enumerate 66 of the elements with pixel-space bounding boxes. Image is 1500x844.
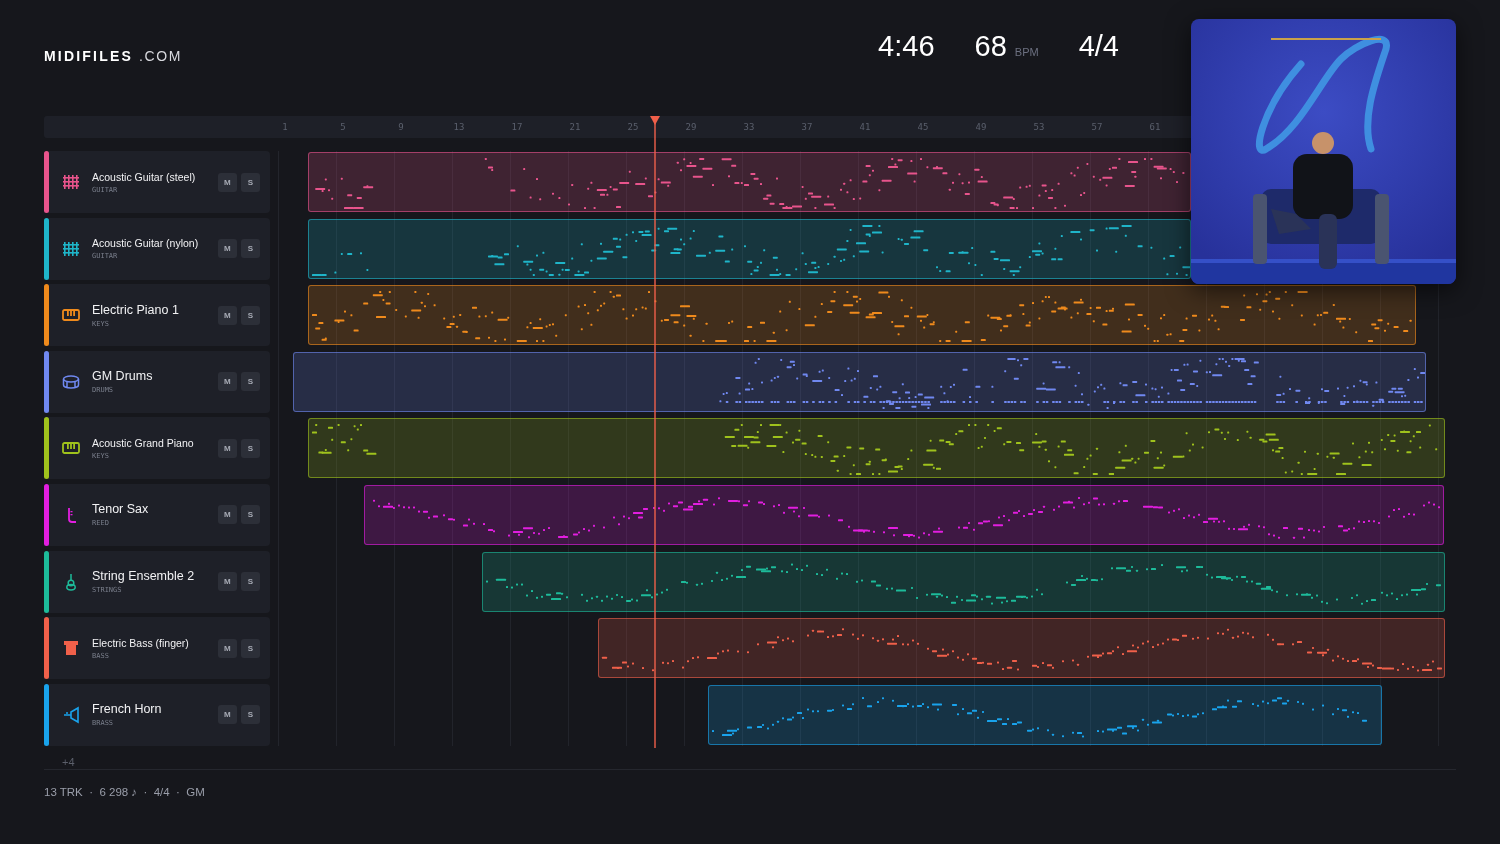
midi-clip[interactable]: [307, 218, 1191, 279]
track-name: Tenor Sax: [92, 502, 150, 517]
track-name: French Horn: [92, 702, 163, 717]
playhead[interactable]: [649, 116, 661, 748]
bar-number: 45: [917, 122, 929, 132]
duration: 4:46: [878, 30, 935, 63]
logo-name: MIDIFILES: [44, 48, 134, 64]
track-name: Electric Bass (finger): [92, 636, 190, 649]
fretboard-icon: [62, 239, 80, 258]
mute-button[interactable]: M: [217, 505, 237, 525]
track-name: Electric Piano 1: [92, 302, 180, 317]
midi-clip[interactable]: [292, 351, 1426, 412]
track-name: Acoustic Grand Piano: [92, 436, 195, 449]
bar-number: 21: [569, 122, 581, 132]
drum-icon: [62, 372, 80, 391]
song-summary: 13 TRK · 6 298 ♪ · 4/4 · GM: [44, 785, 205, 798]
bar-number: 25: [627, 122, 639, 132]
bar-number: 57: [1091, 122, 1103, 132]
bar-number: 41: [859, 122, 871, 132]
bar-number: 13: [453, 122, 465, 132]
bar-number: 9: [398, 122, 404, 132]
solo-button[interactable]: S: [240, 705, 260, 725]
solo-button[interactable]: S: [240, 638, 260, 658]
mute-button[interactable]: M: [217, 305, 237, 325]
fretboard-icon: [62, 173, 80, 191]
horn-icon: [62, 705, 80, 724]
midi-clip[interactable]: [363, 484, 1444, 545]
hidden-tracks-count: +4: [62, 755, 75, 768]
bar-number: 5: [340, 122, 346, 132]
midi-clip[interactable]: [707, 684, 1382, 745]
bar-number: 1: [282, 122, 288, 132]
bar-number: 33: [743, 122, 755, 132]
tempo: 68: [974, 30, 1007, 63]
midi-clip[interactable]: [481, 551, 1445, 612]
bar-number: 17: [511, 122, 523, 132]
mute-button[interactable]: M: [217, 438, 237, 458]
solo-button[interactable]: S: [240, 239, 260, 259]
solo-button[interactable]: S: [240, 505, 260, 525]
solo-button[interactable]: S: [240, 572, 260, 592]
solo-button[interactable]: S: [240, 438, 260, 458]
track-name: String Ensemble 2: [92, 569, 196, 584]
bar-number: 53: [1033, 122, 1045, 132]
midi-clip[interactable]: [597, 618, 1445, 679]
mute-button[interactable]: M: [217, 372, 237, 392]
mute-button[interactable]: M: [217, 638, 237, 658]
midi-clip[interactable]: [307, 285, 1416, 346]
solo-button[interactable]: S: [240, 372, 260, 392]
track-name: Acoustic Guitar (nylon): [92, 237, 200, 250]
mute-button[interactable]: M: [217, 705, 237, 725]
mute-button[interactable]: M: [217, 572, 237, 592]
logo-suffix: .COM: [139, 48, 182, 64]
time-signature: 4/4: [1078, 30, 1119, 63]
mute-button[interactable]: M: [217, 172, 237, 192]
track-name: Acoustic Guitar (steel): [92, 170, 197, 183]
bar-number: 49: [975, 122, 987, 132]
bar-number: 61: [1149, 122, 1161, 132]
solo-button[interactable]: S: [240, 305, 260, 325]
bar-number: 29: [685, 122, 697, 132]
solo-button[interactable]: S: [240, 172, 260, 192]
bar-number: 37: [801, 122, 813, 132]
midi-clip[interactable]: [307, 152, 1191, 212]
tempo-unit: BPM: [1014, 46, 1039, 58]
mute-button[interactable]: M: [217, 239, 237, 259]
track-name: GM Drums: [92, 369, 154, 384]
bass-icon: [62, 639, 80, 658]
midi-clip[interactable]: [307, 418, 1445, 479]
